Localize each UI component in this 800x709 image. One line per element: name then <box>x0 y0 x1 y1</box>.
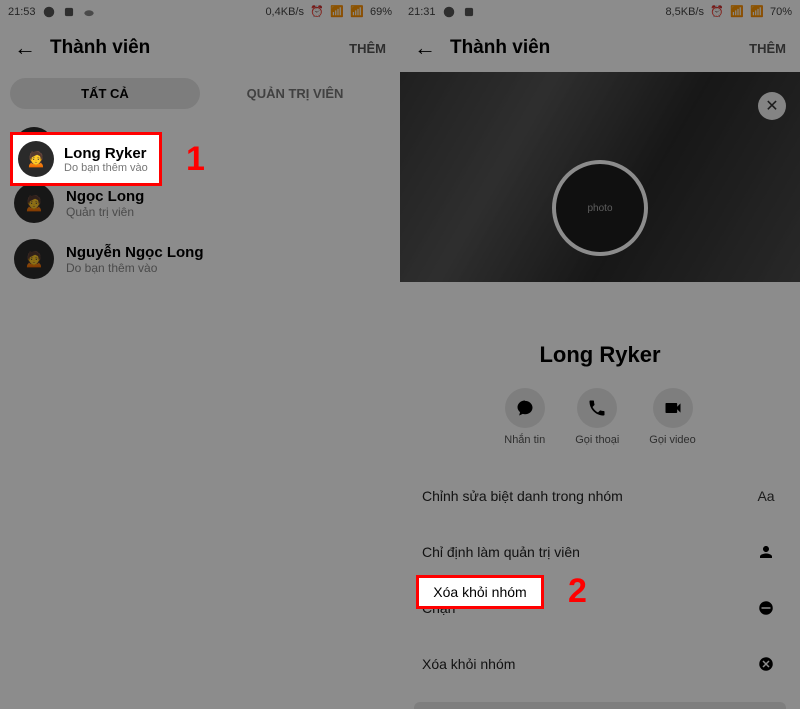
video-icon <box>653 388 693 428</box>
member-sub: Quản trị viên <box>66 205 144 219</box>
alarm-icon: ⏰ <box>710 5 724 19</box>
status-time: 21:53 <box>8 6 36 18</box>
profile-actions: Nhắn tin Gọi thoại Gọi video <box>400 388 800 446</box>
phone-icon <box>577 388 617 428</box>
wifi-icon: 📶 <box>350 5 364 19</box>
option-remove-from-group[interactable]: Xóa khỏi nhóm <box>400 636 800 692</box>
status-batt: 69% <box>370 6 392 18</box>
member-name: Ngọc Long <box>66 188 144 205</box>
member-name: Nguyễn Ngọc Long <box>66 244 204 261</box>
status-bar: 21:53 0,4KB/s ⏰ 📶 📶 69% <box>0 0 400 24</box>
person-icon <box>754 540 778 564</box>
annotation-number-2: 2 <box>568 572 587 611</box>
video-call-button[interactable]: Gọi video <box>649 388 695 446</box>
view-facebook-profile-button[interactable]: XEM TRANG CÁ NHÂN TRÊN FACEBOOK <box>414 702 786 709</box>
phone-right: 21:31 8,5KB/s ⏰ 📶 📶 70% ← Thành viên THÊ… <box>400 0 800 709</box>
status-net: 0,4KB/s <box>265 6 304 18</box>
close-icon: ✕ <box>765 96 778 116</box>
cloud-icon <box>82 5 96 19</box>
action-label: Nhắn tin <box>504 434 545 446</box>
signal-icon: 📶 <box>330 5 344 19</box>
alarm-icon: ⏰ <box>310 5 324 19</box>
member-row[interactable]: 🙍 Nguyễn Ngọc Long Do bạn thêm vào <box>0 231 400 287</box>
messenger-icon <box>442 5 456 19</box>
wifi-icon: 📶 <box>750 5 764 19</box>
remove-icon <box>754 652 778 676</box>
member-sub: Do bạn thêm vào <box>66 261 204 275</box>
option-label: Xóa khỏi nhóm <box>422 656 515 672</box>
profile-avatar[interactable]: photo <box>552 160 648 256</box>
action-label: Gọi video <box>649 434 695 446</box>
member-name: Long Ryker <box>64 145 148 162</box>
header: ← Thành viên THÊM <box>0 24 400 72</box>
back-icon[interactable]: ← <box>414 35 436 61</box>
option-edit-nickname[interactable]: Chỉnh sửa biệt danh trong nhóm Aa <box>400 468 800 524</box>
messenger-icon <box>42 5 56 19</box>
phone-left: 21:53 0,4KB/s ⏰ 📶 📶 69% ← Thành viên THÊ… <box>0 0 400 709</box>
add-button[interactable]: THÊM <box>749 41 786 56</box>
signal-icon: 📶 <box>730 5 744 19</box>
option-label: Chỉ định làm quản trị viên <box>422 544 580 560</box>
page-title: Thành viên <box>450 37 735 59</box>
highlighted-option[interactable]: Xóa khỏi nhóm <box>418 577 542 607</box>
voice-call-button[interactable]: Gọi thoại <box>575 388 619 446</box>
chat-icon <box>505 388 545 428</box>
tab-all[interactable]: TẤT CẢ <box>10 78 200 109</box>
app-icon <box>462 5 476 19</box>
status-net: 8,5KB/s <box>665 6 704 18</box>
option-label: Chỉnh sửa biệt danh trong nhóm <box>422 488 623 504</box>
profile-name: Long Ryker <box>400 342 800 368</box>
add-button[interactable]: THÊM <box>349 41 386 56</box>
page-title: Thành viên <box>50 37 335 59</box>
option-label: Xóa khỏi nhóm <box>433 584 526 600</box>
text-icon: Aa <box>754 484 778 508</box>
header: ← Thành viên THÊM <box>400 24 800 72</box>
annotation-number-1: 1 <box>186 140 205 179</box>
message-button[interactable]: Nhắn tin <box>504 388 545 446</box>
tiktok-icon <box>62 5 76 19</box>
highlighted-member[interactable]: 🙍 Long Ryker Do bạn thêm vào <box>12 134 160 184</box>
status-bar: 21:31 8,5KB/s ⏰ 📶 📶 70% <box>400 0 800 24</box>
member-sub: Do bạn thêm vào <box>64 162 148 174</box>
action-label: Gọi thoại <box>575 434 619 446</box>
block-icon <box>754 596 778 620</box>
avatar: 🙍 <box>18 141 54 177</box>
avatar: 🙍 <box>14 183 54 223</box>
back-icon[interactable]: ← <box>14 35 36 61</box>
option-make-admin[interactable]: Chỉ định làm quản trị viên <box>400 524 800 580</box>
status-batt: 70% <box>770 6 792 18</box>
avatar: 🙍 <box>14 239 54 279</box>
tab-admins[interactable]: QUẢN TRỊ VIÊN <box>200 78 390 109</box>
tabs: TẤT CẢ QUẢN TRỊ VIÊN <box>0 72 400 115</box>
close-button[interactable]: ✕ <box>758 92 786 120</box>
status-time: 21:31 <box>408 6 436 18</box>
